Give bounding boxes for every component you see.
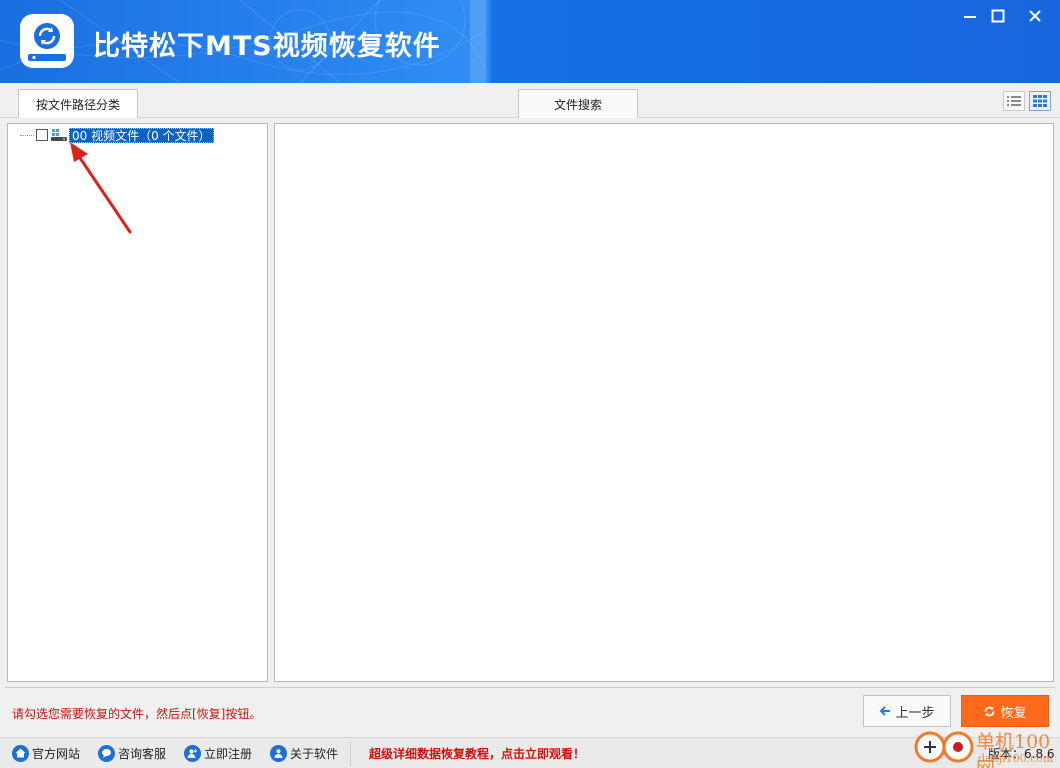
status-separator [350,742,351,766]
minimize-icon [964,16,976,18]
recover-button[interactable]: 恢复 [961,695,1049,727]
chat-icon [98,744,115,762]
register-label: 立即注册 [204,746,253,761]
official-site-link[interactable]: 官方网站 [12,743,80,763]
close-button[interactable] [1020,4,1050,28]
status-bar: 官方网站 咨询客服 立即注册 关于软件 超级详细数据恢复教程，点击立即观看！ 版… [0,737,1060,768]
list-view-button[interactable] [1003,91,1025,111]
official-site-label: 官方网站 [32,746,81,761]
file-list-panel[interactable] [274,123,1054,682]
title-bar: 比特松下MTS视频恢复软件 [0,0,1060,83]
about-software-link[interactable]: 关于软件 [270,743,338,763]
tutorial-promo-link[interactable]: 超级详细数据恢复教程，点击立即观看！ [369,745,585,762]
app-logo-icon [20,14,74,68]
close-icon [1029,10,1041,22]
register-link[interactable]: 立即注册 [184,743,252,763]
grid-view-button[interactable] [1029,91,1051,111]
tab-file-search[interactable]: 文件搜索 [518,89,638,118]
customer-service-label: 咨询客服 [118,746,167,761]
footer-divider [5,687,1055,688]
refresh-icon [983,705,996,718]
about-software-label: 关于软件 [290,746,339,761]
tree-connector [20,134,34,136]
red-arrow-annotation [70,142,132,234]
tree-item-checkbox[interactable] [36,129,48,141]
list-view-icon [1007,96,1021,106]
recover-label: 恢复 [1000,705,1027,721]
arrow-left-icon [879,705,891,717]
tab-path-category[interactable]: 按文件路径分类 [18,89,138,118]
maximize-button[interactable] [983,4,1013,28]
previous-step-label: 上一步 [895,705,935,721]
maximize-icon [991,9,1005,23]
home-icon [12,744,29,762]
previous-step-button[interactable]: 上一步 [863,695,951,727]
info-icon [270,744,287,762]
user-add-icon [184,744,201,762]
minimize-button[interactable] [955,4,985,28]
watermark-subtext: danji100.com [978,752,1054,765]
grid-view-icon [1033,95,1047,107]
app-title: 比特松下MTS视频恢复软件 [93,31,441,62]
customer-service-link[interactable]: 咨询客服 [98,743,166,763]
instruction-hint: 请勾选您需要恢复的文件，然后点[恢复]按钮。 [12,707,262,721]
